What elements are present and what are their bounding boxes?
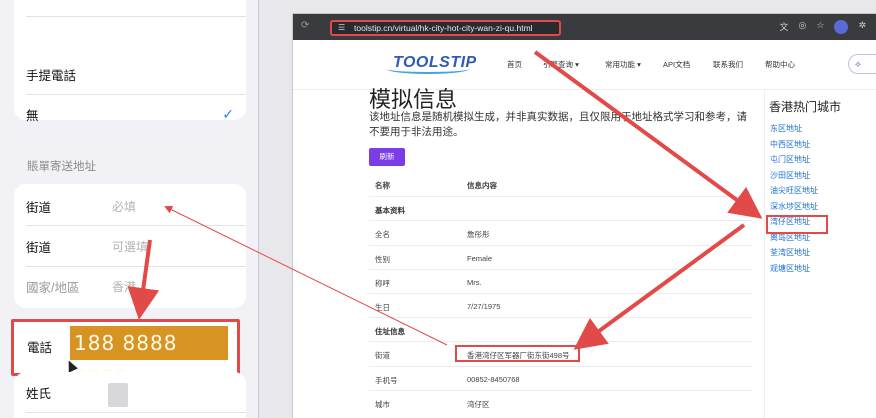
table-row: 基本资料 [369,196,752,220]
nav-engine-query[interactable]: 引擎查询 ▾ [543,59,605,70]
eye-off-icon[interactable]: ◎ [799,20,807,36]
cell-name: 城市 [375,399,390,409]
cell-name: 手机号 [375,375,398,385]
phone-options-group: 手提電話 無 ✓ [14,0,246,123]
reload-icon[interactable]: ⟳ [301,20,309,31]
billing-address-group: 街道 必填 街道 可選填 國家/地區 香港 [14,184,246,308]
cell-value[interactable]: 詹彤彤 [467,229,490,240]
settings-icon[interactable]: ✲ [858,20,866,36]
sidebar-title: 香港热门城市 [769,100,842,114]
cell-name: 称呼 [375,278,390,288]
table-row: 性别 Female [369,244,752,269]
table-row: 生日 7/27/1975 [369,293,752,317]
url-text: toolstip.cn/virtual/hk-city-hot-city-wan… [354,23,533,33]
user-menu-button[interactable]: ⟡ [848,54,876,74]
cell-name: 街道 [375,351,390,361]
extension-icon[interactable] [834,20,849,36]
street-value[interactable]: 香港湾仔区军器厂街东街498号 [467,350,570,361]
table-row: 城市 湾仔区 [369,389,752,414]
desktop-background [293,0,876,14]
city-link[interactable]: 油尖旺区地址 [770,185,818,196]
table-header: 名称 信息内容 [369,172,752,196]
hot-cities-sidebar: 香港热门城市 东区地址 中西区地址 屯门区地址 沙田区地址 油尖旺区地址 深水埗… [764,90,874,418]
cell-name: 基本资料 [375,206,405,216]
city-link[interactable]: 深水埗区地址 [770,201,818,212]
header-name: 名称 [375,181,390,190]
nav-home[interactable]: 首页 [507,59,543,70]
street-optional-field-row[interactable]: 街道 可選填 [14,226,246,266]
table-row: 称呼 Mrs. [369,268,752,293]
wanchai-highlight [766,215,828,234]
translate-icon[interactable]: 文 [780,20,789,36]
nav-tools[interactable]: 常用功能 ▾ [605,59,663,70]
table-row-street: 街道 香港湾仔区军器厂街东街498号 [369,341,752,365]
table-row: 住址信息 [369,317,752,341]
city-link[interactable]: 东区地址 [770,123,802,134]
street-input[interactable]: 必填 [112,198,136,215]
city-link[interactable]: 荃湾区地址 [770,247,810,258]
country-value[interactable]: 香港 [112,278,136,295]
row-label: 無 [26,108,39,123]
divider [26,412,246,413]
panel-divider [258,0,259,418]
document-icon [108,383,128,407]
row-mobile-phone[interactable]: 手提電話 [14,54,246,94]
field-label: 街道 [26,240,52,255]
phone-input[interactable]: 188 8888 8888 [70,326,228,389]
nav-contact[interactable]: 联系我们 [713,59,765,70]
checkmark-icon: ✓ [222,105,234,122]
city-link[interactable]: 中西区地址 [770,139,810,150]
cell-name: 生日 [375,303,390,312]
phone-field-highlight[interactable]: 電話 188 8888 8888 [11,319,240,389]
field-label: 國家/地區 [26,280,80,295]
contact-settings-panel: 手提電話 無 ✓ 賬單寄送地址 街道 必填 街道 可選填 國家/地區 香港 電話… [0,0,258,418]
country-field-row[interactable]: 國家/地區 香港 [14,266,246,306]
site-info-icon[interactable]: ☰ [338,23,345,32]
row-label: 手提電話 [26,68,77,83]
table-row: 手机号 00852-8450768 [369,365,752,390]
address-bar[interactable]: ☰ toolstip.cn/virtual/hk-city-hot-city-w… [330,20,561,36]
surname-field-row[interactable]: 姓氏 [14,372,246,412]
field-label: 街道 [26,200,52,215]
name-group: 姓氏 [14,372,246,418]
cell-value[interactable]: Female [467,254,492,263]
header-value: 信息内容 [467,181,497,190]
browser-actions: 文 ◎ ☆ ✲ [780,20,866,36]
field-label: 姓氏 [26,386,52,401]
browser-window: ⟳ ☰ toolstip.cn/virtual/hk-city-hot-city… [293,14,876,418]
row-none[interactable]: 無 ✓ [14,94,246,134]
cell-value[interactable]: Mrs. [467,278,482,287]
refresh-button[interactable]: 刷新 [369,148,405,166]
cell-value[interactable]: 00852-8450768 [467,375,520,384]
cell-name: 全名 [375,230,390,240]
phone-label: 電話 [27,341,53,355]
street-field-row[interactable]: 街道 必填 [14,186,246,226]
divider [26,16,246,17]
nav-api-docs[interactable]: API文档 [663,59,713,70]
nav-help[interactable]: 帮助中心 [765,59,815,70]
street-optional-input[interactable]: 可選填 [112,238,148,255]
city-link[interactable]: 沙田区地址 [770,170,810,181]
table-row: 全名 詹彤彤 [369,220,752,244]
star-icon[interactable]: ☆ [816,20,824,36]
toolstip-logo[interactable]: TOOLSTIP [387,54,477,74]
cell-value[interactable]: 湾仔区 [467,399,490,410]
cell-value[interactable]: 7/27/1975 [467,302,500,311]
city-link[interactable]: 屯门区地址 [770,154,810,165]
main-nav: 首页 引擎查询 ▾ 常用功能 ▾ API文档 联系我们 帮助中心 [507,59,815,70]
billing-address-section-title: 賬單寄送地址 [27,161,96,173]
logo-swoosh [387,64,469,74]
cell-name: 住址信息 [375,327,405,337]
cell-name: 性别 [375,254,390,264]
city-link[interactable]: 观塘区地址 [770,263,810,274]
disclaimer-text: 该地址信息是随机模拟生成，并非真实数据，且仅限用于地址格式学习和参考，请不要用于… [369,111,747,138]
browser-toolbar: ⟳ ☰ toolstip.cn/virtual/hk-city-hot-city… [293,14,876,40]
